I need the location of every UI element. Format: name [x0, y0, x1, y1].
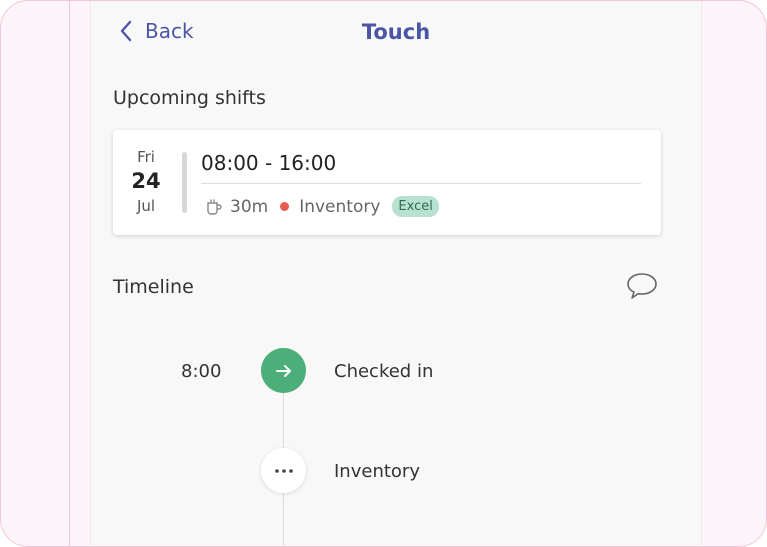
timeline-item-time: 8:00: [181, 361, 222, 382]
timeline-heading: Timeline: [113, 276, 194, 298]
arrow-right-icon: [275, 364, 291, 377]
shift-indicator-bar: [182, 152, 187, 213]
shift-divider: [201, 183, 641, 184]
skill-badge: Excel: [392, 196, 439, 217]
shift-break: 30m: [230, 196, 269, 217]
shift-card[interactable]: Fri 24 Jul 08:00 - 16:00 30m Inventory E…: [113, 130, 661, 235]
more-dots-icon: [274, 468, 293, 473]
shift-department: Inventory: [299, 196, 381, 217]
page-title: Touch: [361, 20, 431, 44]
shift-time-range: 08:00 - 16:00: [201, 151, 337, 175]
comment-button[interactable]: [625, 271, 659, 305]
device-frame: Back Touch Upcoming shifts Fri 24 Jul 08…: [0, 0, 767, 547]
checked-in-marker: [261, 348, 306, 393]
timeline-item-label: Checked in: [334, 361, 434, 382]
timeline-more-button[interactable]: [261, 448, 306, 493]
shift-weekday: Fri: [137, 148, 155, 166]
left-guide: [69, 1, 70, 546]
speech-bubble-icon: [627, 273, 657, 299]
main-panel: Back Touch Upcoming shifts Fri 24 Jul 08…: [90, 1, 702, 546]
shift-month: Jul: [136, 197, 156, 215]
shift-date: Fri 24 Jul: [131, 148, 161, 215]
coffee-cup-icon: [207, 198, 222, 215]
shift-day: 24: [131, 169, 161, 193]
shift-meta: 30m Inventory Excel: [205, 196, 439, 217]
upcoming-shifts-heading: Upcoming shifts: [113, 87, 266, 109]
timeline-item-label: Inventory: [334, 461, 420, 482]
department-dot: [280, 202, 290, 211]
